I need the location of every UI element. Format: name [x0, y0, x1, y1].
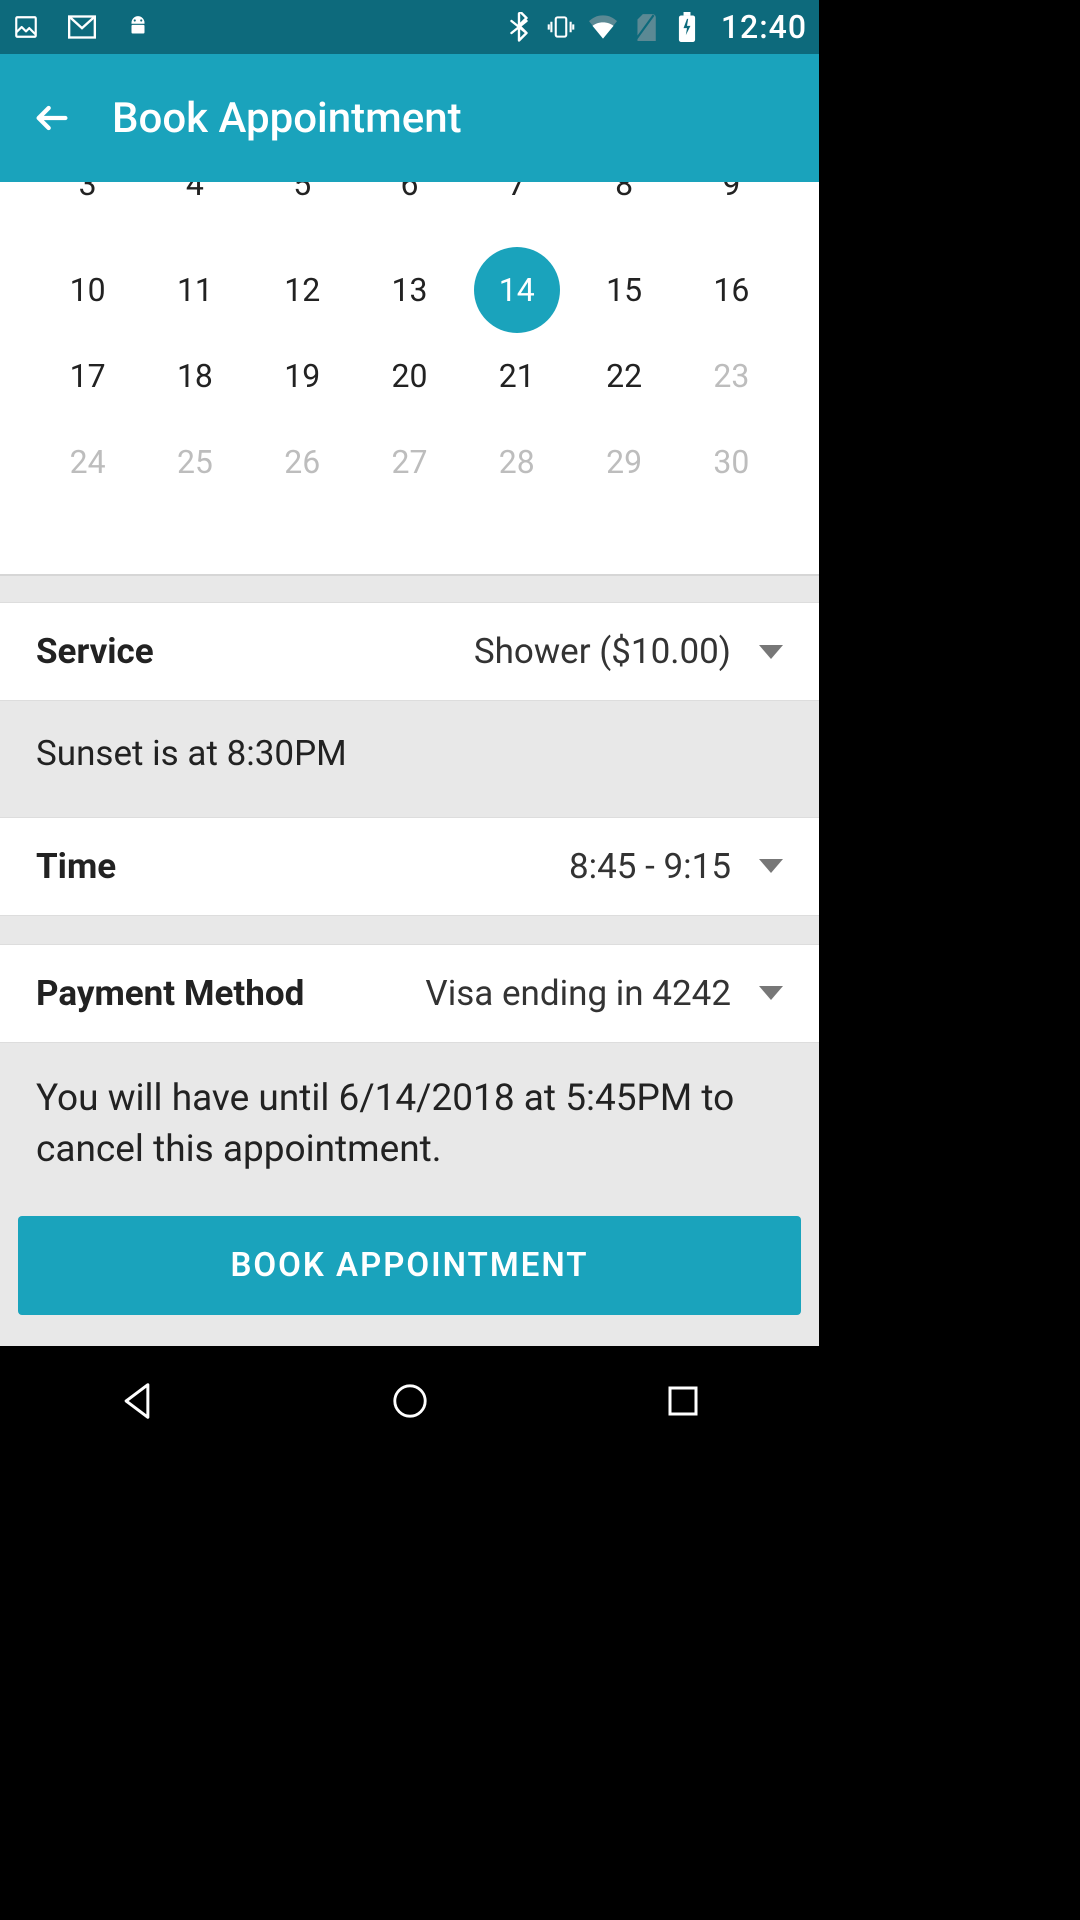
page-title: Book Appointment: [112, 94, 462, 143]
nav-back-button[interactable]: [115, 1379, 159, 1423]
calendar-day-number: 20: [392, 357, 428, 395]
calendar-day[interactable]: 6: [356, 182, 463, 226]
calendar-day-number: 18: [177, 357, 213, 395]
calendar-day[interactable]: 17: [34, 354, 141, 398]
calendar-day-number: 12: [284, 271, 320, 309]
calendar-day-number: 14: [499, 271, 535, 309]
calendar-day[interactable]: 16: [678, 268, 785, 312]
calendar-day-number: 29: [606, 443, 642, 481]
calendar-day[interactable]: 11: [141, 268, 248, 312]
calendar-day[interactable]: 14: [463, 268, 570, 312]
calendar: 3 4 5 6 7 8 9 10 11 12 13 14 15 16 17 18 19 20 21 22 23 24 25 2…: [0, 182, 819, 574]
back-button[interactable]: [28, 94, 76, 142]
calendar-day-number: 30: [713, 443, 749, 481]
calendar-day[interactable]: 10: [34, 268, 141, 312]
calendar-day-number: 3: [79, 182, 97, 203]
calendar-day-number: 22: [606, 357, 642, 395]
calendar-day[interactable]: 8: [570, 182, 677, 226]
cancel-info: You will have until 6/14/2018 at 5:45PM …: [0, 1043, 819, 1217]
picture-icon: [12, 13, 40, 41]
calendar-day-number: 13: [392, 271, 428, 309]
calendar-day: 28: [463, 440, 570, 484]
calendar-day-number: 10: [70, 271, 106, 309]
calendar-day: 27: [356, 440, 463, 484]
android-icon: [124, 13, 152, 41]
calendar-day-number: 7: [508, 182, 526, 203]
chevron-down-icon: [759, 986, 783, 1000]
nav-recent-button[interactable]: [661, 1379, 705, 1423]
service-label: Service: [36, 631, 154, 672]
calendar-day-number: 26: [284, 443, 320, 481]
calendar-day[interactable]: 7: [463, 182, 570, 226]
no-sim-icon: [631, 13, 659, 41]
payment-value: Visa ending in 4242: [425, 973, 731, 1014]
chevron-down-icon: [759, 645, 783, 659]
calendar-day-number: 28: [499, 443, 535, 481]
calendar-day-number: 5: [293, 182, 311, 203]
battery-charging-icon: [673, 13, 701, 41]
calendar-day: 29: [570, 440, 677, 484]
android-nav-bar: [0, 1346, 819, 1456]
calendar-day[interactable]: 20: [356, 354, 463, 398]
calendar-day-number: 15: [606, 271, 642, 309]
calendar-day-number: 8: [615, 182, 633, 203]
time-value: 8:45 - 9:15: [569, 846, 731, 887]
calendar-day-number: 23: [713, 357, 749, 395]
payment-row[interactable]: Payment Method Visa ending in 4242: [0, 944, 819, 1043]
calendar-day-number: 16: [713, 271, 749, 309]
calendar-day[interactable]: 5: [249, 182, 356, 226]
calendar-day-number: 6: [401, 182, 419, 203]
calendar-day[interactable]: 9: [678, 182, 785, 226]
time-label: Time: [36, 846, 116, 887]
time-row[interactable]: Time 8:45 - 9:15: [0, 817, 819, 916]
calendar-day-number: 9: [722, 182, 740, 203]
vibrate-icon: [547, 13, 575, 41]
calendar-day[interactable]: 15: [570, 268, 677, 312]
calendar-day[interactable]: 4: [141, 182, 248, 226]
calendar-day[interactable]: 19: [249, 354, 356, 398]
status-bar: 12:40: [0, 0, 819, 54]
calendar-day-number: 25: [177, 443, 213, 481]
chevron-down-icon: [759, 859, 783, 873]
calendar-day-number: 11: [177, 271, 213, 309]
calendar-day: 30: [678, 440, 785, 484]
calendar-day[interactable]: 22: [570, 354, 677, 398]
calendar-day: 26: [249, 440, 356, 484]
nav-home-button[interactable]: [388, 1379, 432, 1423]
wifi-icon: [589, 13, 617, 41]
calendar-day: 25: [141, 440, 248, 484]
service-row[interactable]: Service Shower ($10.00): [0, 602, 819, 701]
calendar-day[interactable]: 3: [34, 182, 141, 226]
calendar-day[interactable]: 13: [356, 268, 463, 312]
service-value: Shower ($10.00): [474, 631, 731, 672]
calendar-day-number: 4: [186, 182, 204, 203]
calendar-day-number: 21: [499, 357, 535, 395]
calendar-day[interactable]: 12: [249, 268, 356, 312]
calendar-day[interactable]: 18: [141, 354, 248, 398]
bluetooth-icon: [505, 13, 533, 41]
payment-label: Payment Method: [36, 973, 304, 1014]
calendar-day-number: 17: [70, 357, 106, 395]
calendar-day-number: 27: [392, 443, 428, 481]
calendar-day: 24: [34, 440, 141, 484]
calendar-day[interactable]: 21: [463, 354, 570, 398]
mail-icon: [68, 13, 96, 41]
calendar-day-number: 19: [284, 357, 320, 395]
book-appointment-button[interactable]: BOOK APPOINTMENT: [18, 1216, 801, 1315]
calendar-day: 23: [678, 354, 785, 398]
app-bar: Book Appointment: [0, 54, 819, 182]
calendar-day-number: 24: [70, 443, 106, 481]
status-clock: 12:40: [721, 8, 807, 46]
sunset-info: Sunset is at 8:30PM: [0, 701, 819, 817]
